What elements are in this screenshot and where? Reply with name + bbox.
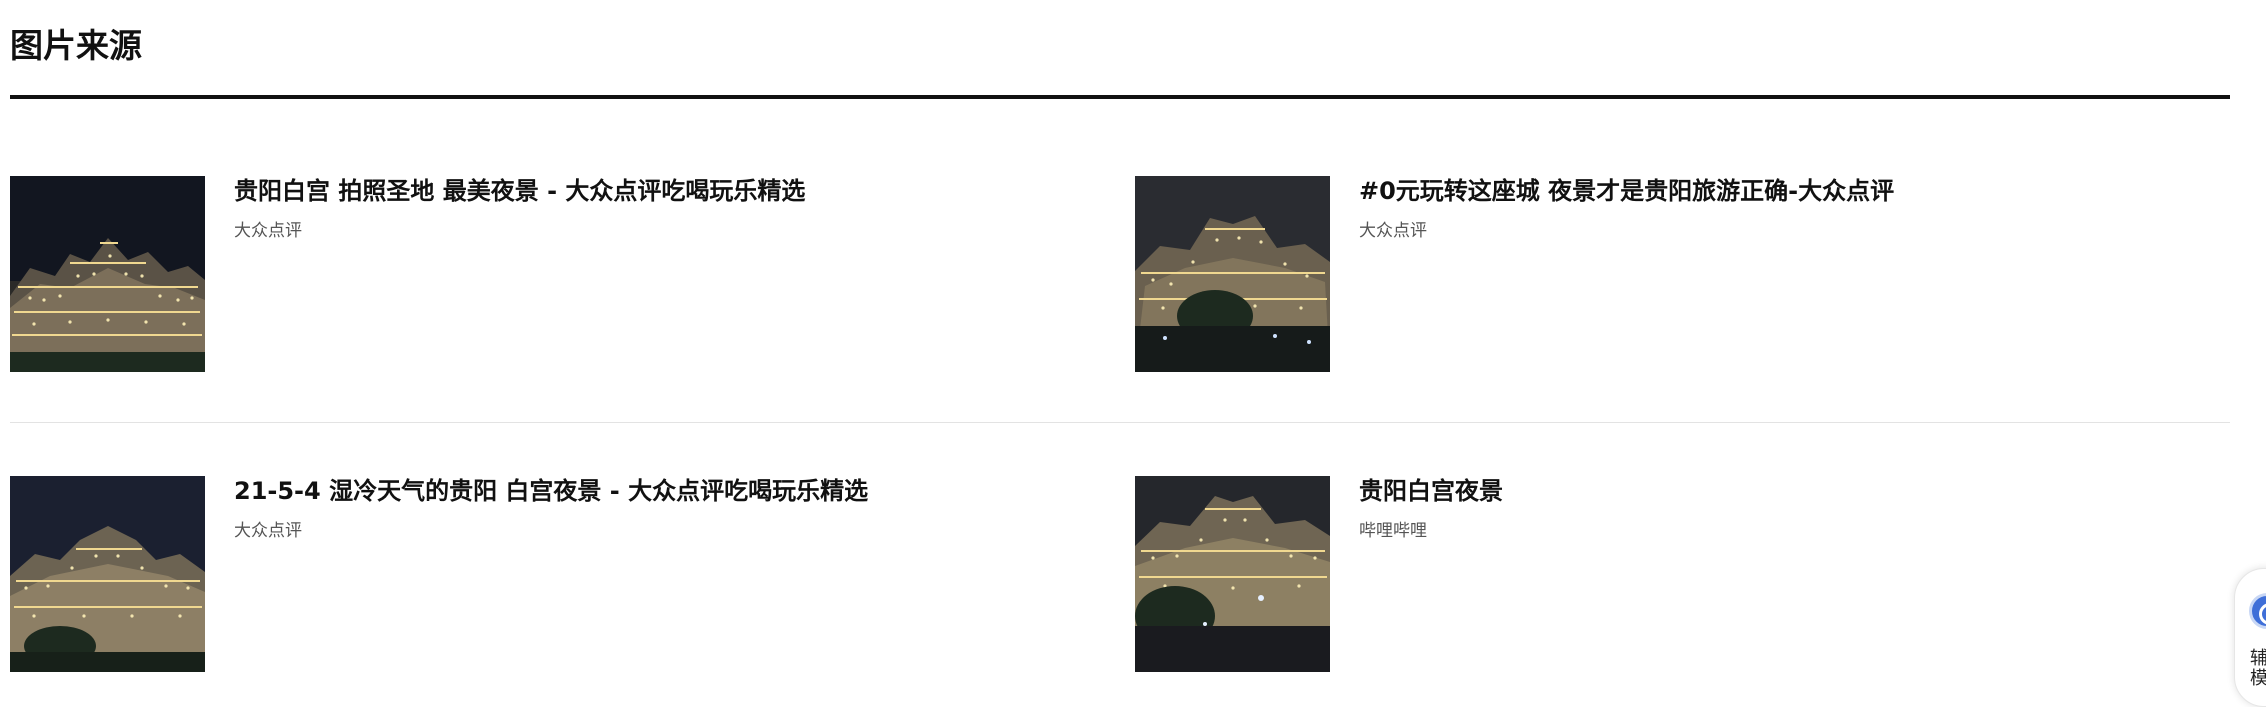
result-thumbnail[interactable] bbox=[10, 176, 205, 372]
palace-night-image bbox=[1135, 476, 1330, 672]
result-thumbnail[interactable] bbox=[1135, 476, 1330, 672]
result-card[interactable]: 21-5-4 湿冷天气的贵阳 白宫夜景 - 大众点评吃喝玩乐精选 大众点评 bbox=[10, 476, 1110, 672]
result-card[interactable]: 贵阳白宫 拍照圣地 最美夜景 - 大众点评吃喝玩乐精选 大众点评 bbox=[10, 176, 1110, 372]
result-thumbnail[interactable] bbox=[10, 476, 205, 672]
result-card[interactable]: 贵阳白宫夜景 哔哩哔哩 bbox=[1135, 476, 2235, 672]
accessibility-mode-widget[interactable]: 辅模 bbox=[2234, 568, 2266, 707]
result-source: 大众点评 bbox=[234, 221, 302, 241]
title-divider bbox=[10, 95, 2230, 99]
palace-night-image bbox=[10, 476, 205, 672]
result-source: 哔哩哔哩 bbox=[1359, 521, 1427, 541]
result-thumbnail[interactable] bbox=[1135, 176, 1330, 372]
accessibility-mode-label[interactable]: 辅模 bbox=[2250, 649, 2266, 689]
accessibility-icon[interactable] bbox=[2249, 593, 2266, 629]
result-title[interactable]: #0元玩转这座城 夜景才是贵阳旅游正确-大众点评 bbox=[1359, 176, 2219, 206]
result-source: 大众点评 bbox=[234, 521, 302, 541]
result-source: 大众点评 bbox=[1359, 221, 1427, 241]
palace-night-image bbox=[10, 176, 205, 372]
palace-night-image bbox=[1135, 176, 1330, 372]
result-card[interactable]: #0元玩转这座城 夜景才是贵阳旅游正确-大众点评 大众点评 bbox=[1135, 176, 2235, 372]
result-title[interactable]: 贵阳白宫夜景 bbox=[1359, 476, 2219, 506]
row-divider bbox=[10, 422, 2230, 423]
result-title[interactable]: 21-5-4 湿冷天气的贵阳 白宫夜景 - 大众点评吃喝玩乐精选 bbox=[234, 476, 1094, 506]
result-title[interactable]: 贵阳白宫 拍照圣地 最美夜景 - 大众点评吃喝玩乐精选 bbox=[234, 176, 1094, 206]
image-sources-panel: 图片来源 贵阳白宫 拍照圣地 最美夜景 - 大众点评吃喝玩乐精选 大众点评 #0… bbox=[0, 0, 2266, 707]
section-title: 图片来源 bbox=[10, 26, 142, 65]
